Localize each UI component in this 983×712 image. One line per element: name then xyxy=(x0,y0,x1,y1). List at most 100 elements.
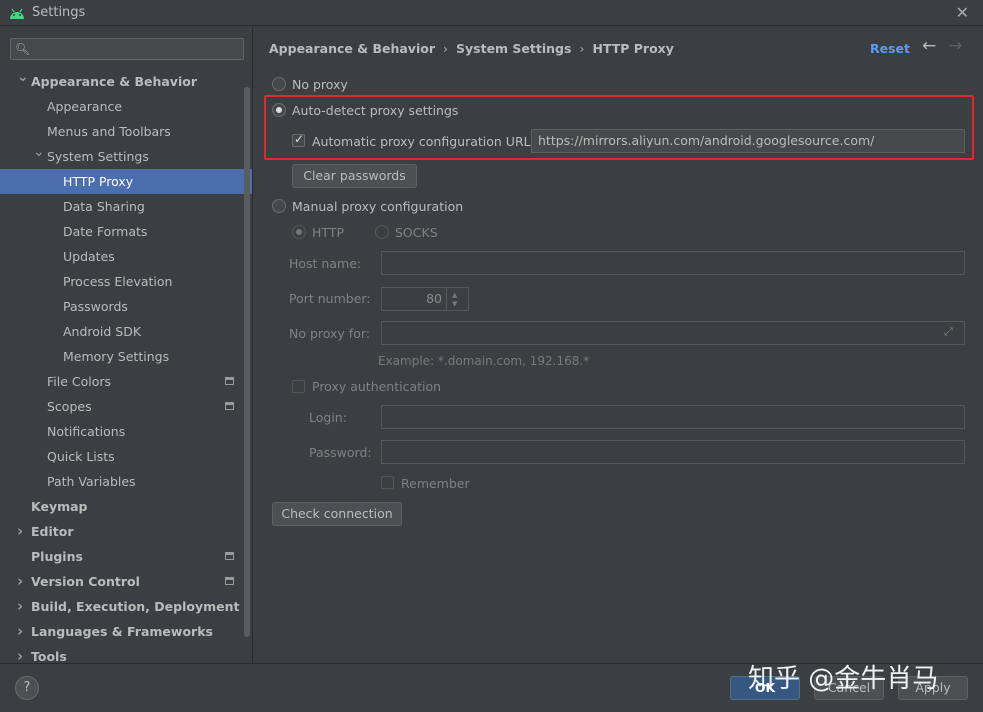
chevron-right-icon[interactable]: › xyxy=(17,594,23,619)
sidebar-item-label: System Settings xyxy=(47,149,149,164)
sidebar-item-label: Menus and Toolbars xyxy=(47,124,171,139)
sidebar-item-label: Android SDK xyxy=(63,324,142,339)
socks-radio[interactable] xyxy=(375,225,389,239)
sidebar-item[interactable]: › Editor xyxy=(0,519,252,544)
manual-proxy-label: Manual proxy configuration xyxy=(292,199,464,214)
chevron-down-icon[interactable]: ⌄ xyxy=(17,65,29,90)
sidebar-item[interactable]: Keymap xyxy=(0,494,252,519)
settings-sidebar: 🔍︎ ⌄ Appearance & Behavior Appearance Menus… xyxy=(0,27,253,665)
help-button[interactable]: ? xyxy=(15,676,39,700)
sidebar-item-label: Editor xyxy=(31,524,74,539)
sidebar-item-label: Data Sharing xyxy=(63,199,145,214)
sidebar-item-label: Plugins xyxy=(31,549,83,564)
sidebar-item-label: Appearance xyxy=(47,99,123,114)
socks-label: SOCKS xyxy=(395,225,438,240)
login-label: Login: xyxy=(309,410,347,425)
chevron-down-icon[interactable]: ⌄ xyxy=(33,140,45,165)
port-spinner[interactable]: ▲ ▼ xyxy=(446,288,464,310)
sidebar-item[interactable]: Android SDK xyxy=(0,319,252,344)
breadcrumb-separator: › xyxy=(579,41,585,56)
sidebar-item[interactable]: Notifications xyxy=(0,419,252,444)
sidebar-item-label: Build, Execution, Deployment xyxy=(31,599,240,614)
password-label: Password: xyxy=(309,445,372,460)
sidebar-item[interactable]: Updates xyxy=(0,244,252,269)
sidebar-item[interactable]: Plugins xyxy=(0,544,252,569)
settings-search[interactable]: 🔍︎ xyxy=(10,38,244,60)
sidebar-item-label: Date Formats xyxy=(63,224,148,239)
sidebar-item-label: Version Control xyxy=(31,574,140,589)
no-proxy-label: No proxy xyxy=(292,77,348,92)
remember-checkbox[interactable] xyxy=(381,476,394,489)
sidebar-item[interactable]: › Version Control xyxy=(0,569,252,594)
login-input[interactable] xyxy=(381,405,965,429)
project-scope-icon xyxy=(225,402,234,410)
sidebar-item[interactable]: ⌄ Appearance & Behavior xyxy=(0,69,252,94)
sidebar-item[interactable]: Data Sharing xyxy=(0,194,252,219)
sidebar-item[interactable]: Memory Settings xyxy=(0,344,252,369)
spinner-down-icon[interactable]: ▼ xyxy=(452,300,457,308)
auto-detect-radio[interactable] xyxy=(272,103,286,117)
project-scope-icon xyxy=(225,577,234,585)
sidebar-scrollbar[interactable] xyxy=(244,87,250,637)
example-hint: Example: *.domain.com, 192.168.* xyxy=(378,354,590,368)
sidebar-item-label: Path Variables xyxy=(47,474,136,489)
sidebar-item-label: Languages & Frameworks xyxy=(31,624,213,639)
auto-config-url-checkbox[interactable] xyxy=(292,132,305,147)
sidebar-item-label: Quick Lists xyxy=(47,449,115,464)
sidebar-item[interactable]: Date Formats xyxy=(0,219,252,244)
sidebar-item[interactable]: › Languages & Frameworks xyxy=(0,619,252,644)
settings-tree: ⌄ Appearance & Behavior Appearance Menus an… xyxy=(0,69,252,669)
password-input[interactable] xyxy=(381,440,965,464)
watermark: 知乎 @金牛肖马 xyxy=(748,664,939,694)
port-number-label: Port number: xyxy=(289,291,371,306)
reset-link[interactable]: Reset xyxy=(870,41,910,56)
breadcrumb-item: Appearance & Behavior xyxy=(269,41,435,56)
search-input[interactable] xyxy=(33,41,238,57)
settings-content: Appearance & Behavior › System Settings › HT… xyxy=(254,27,983,663)
sidebar-item[interactable]: Quick Lists xyxy=(0,444,252,469)
sidebar-item-label: Memory Settings xyxy=(63,349,170,364)
sidebar-item[interactable]: Passwords xyxy=(0,294,252,319)
chevron-right-icon[interactable]: › xyxy=(17,569,23,594)
breadcrumb-separator: › xyxy=(443,41,448,56)
no-proxy-radio[interactable] xyxy=(272,77,286,91)
back-arrow-icon[interactable]: ← xyxy=(922,36,936,56)
sidebar-item-label: HTTP Proxy xyxy=(63,174,134,189)
sidebar-item-label: Passwords xyxy=(63,299,128,314)
forward-arrow-icon: → xyxy=(948,36,963,56)
sidebar-item-label: Process Elevation xyxy=(63,274,173,289)
title-bar: Settings ✕ xyxy=(0,0,983,26)
breadcrumb: Appearance & Behavior › System Settings › HT… xyxy=(269,41,674,56)
sidebar-item[interactable]: Process Elevation xyxy=(0,269,252,294)
sidebar-item[interactable]: Scopes xyxy=(0,394,252,419)
auto-config-url-input[interactable]: https://mirrors.aliyun.com/android.googl… xyxy=(531,129,965,153)
breadcrumb-item: HTTP Proxy xyxy=(592,41,674,56)
sidebar-item[interactable]: HTTP Proxy xyxy=(0,169,252,194)
sidebar-item[interactable]: Appearance xyxy=(0,94,252,119)
host-name-input[interactable] xyxy=(381,251,965,275)
sidebar-item-label: Updates xyxy=(63,249,115,264)
auto-config-url-label: Automatic proxy configuration URL: xyxy=(312,134,535,149)
check-connection-button[interactable]: Check connection xyxy=(272,502,402,526)
close-icon[interactable]: ✕ xyxy=(956,3,969,22)
no-proxy-for-input[interactable] xyxy=(381,321,965,345)
sidebar-item-label: File Colors xyxy=(47,374,112,389)
project-scope-icon xyxy=(225,377,234,385)
sidebar-item[interactable]: Path Variables xyxy=(0,469,252,494)
host-name-label: Host name: xyxy=(289,256,362,271)
chevron-right-icon[interactable]: › xyxy=(17,619,23,644)
manual-proxy-radio[interactable] xyxy=(272,199,286,213)
sidebar-item-label: Keymap xyxy=(31,499,88,514)
chevron-right-icon[interactable]: › xyxy=(17,519,23,544)
http-label: HTTP xyxy=(312,225,344,240)
sidebar-item[interactable]: › Build, Execution, Deployment xyxy=(0,594,252,619)
http-radio[interactable] xyxy=(292,225,306,239)
sidebar-item[interactable]: ⌄ System Settings xyxy=(0,144,252,169)
sidebar-item[interactable]: File Colors xyxy=(0,369,252,394)
proxy-auth-checkbox[interactable] xyxy=(292,380,305,393)
clear-passwords-button[interactable]: Clear passwords xyxy=(292,164,417,188)
dialog-footer: ? OK Cancel Apply 知乎 @金牛肖马 xyxy=(0,663,983,712)
expand-icon[interactable]: ⤢ xyxy=(944,325,953,339)
no-proxy-for-label: No proxy for: xyxy=(289,326,370,341)
spinner-up-icon[interactable]: ▲ xyxy=(452,291,457,299)
